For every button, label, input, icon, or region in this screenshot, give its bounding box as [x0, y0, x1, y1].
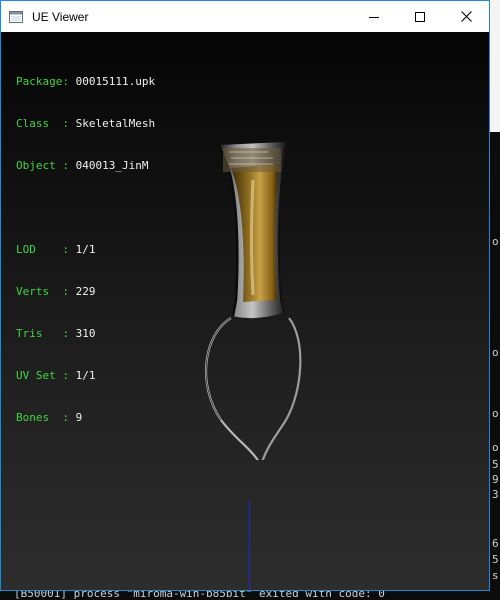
mesh-info-overlay: Package: 00015111.upk Class : SkeletalMe… [16, 47, 155, 453]
minimize-icon [369, 7, 379, 26]
info-label: Bones : [16, 411, 69, 424]
console-char: 5 [492, 553, 499, 566]
info-value: 9 [75, 411, 83, 424]
close-button[interactable] [443, 1, 489, 32]
window-controls [351, 1, 489, 32]
console-char: o [492, 346, 499, 359]
window-title: UE Viewer [32, 9, 89, 24]
3d-viewport[interactable]: Package: 00015111.upk Class : SkeletalMe… [1, 32, 489, 590]
info-label: Object : [16, 159, 69, 172]
console-char: 3 [492, 488, 499, 501]
console-char: 6 [492, 537, 499, 550]
maximize-icon [415, 7, 425, 26]
info-value: 1/1 [75, 369, 96, 382]
console-char: o [492, 441, 499, 454]
info-label: Class : [16, 117, 69, 130]
info-row-package: Package: 00015111.upk [16, 75, 155, 89]
axis-line-z [249, 501, 250, 590]
console-char: o [492, 235, 499, 248]
background-console-header [490, 0, 500, 132]
console-char: 9 [492, 473, 499, 486]
info-row-uvset: UV Set : 1/1 [16, 369, 155, 383]
maximize-button[interactable] [397, 1, 443, 32]
skeletal-mesh-render [204, 141, 302, 460]
info-label: Tris : [16, 327, 69, 340]
info-label: UV Set : [16, 369, 69, 382]
info-value: 229 [75, 285, 96, 298]
info-value: 310 [75, 327, 96, 340]
console-char: s [492, 569, 499, 582]
console-char: 5 [492, 458, 499, 471]
info-row-object: Object : 040013_JinM [16, 159, 155, 173]
info-row-bones: Bones : 9 [16, 411, 155, 425]
console-char: o [492, 407, 499, 420]
info-value: 00015111.upk [75, 75, 156, 88]
info-row-class: Class : SkeletalMesh [16, 117, 155, 131]
info-row-tris: Tris : 310 [16, 327, 155, 341]
info-value: 040013_JinM [75, 159, 149, 172]
minimize-button[interactable] [351, 1, 397, 32]
title-bar[interactable]: UE Viewer [1, 1, 489, 32]
info-row-verts: Verts : 229 [16, 285, 155, 299]
background-console-bottom: [B50001] process "miroma-win-b85bit" exi… [0, 590, 500, 600]
info-value: SkeletalMesh [75, 117, 156, 130]
info-row-lod: LOD : 1/1 [16, 243, 155, 257]
app-window-icon [9, 10, 23, 23]
close-icon [460, 7, 472, 26]
background-console-window: o o o o 5 9 3 6 5 s [490, 0, 500, 600]
info-label: Package: [16, 75, 69, 88]
info-label: Verts : [16, 285, 69, 298]
ue-viewer-window[interactable]: UE Viewer Package: 00015111.upk Class: … [0, 0, 490, 591]
console-line: [B50001] process "miroma-win-b85bit" exi… [14, 590, 385, 600]
info-value: 1/1 [75, 243, 96, 256]
info-label: LOD : [16, 243, 69, 256]
